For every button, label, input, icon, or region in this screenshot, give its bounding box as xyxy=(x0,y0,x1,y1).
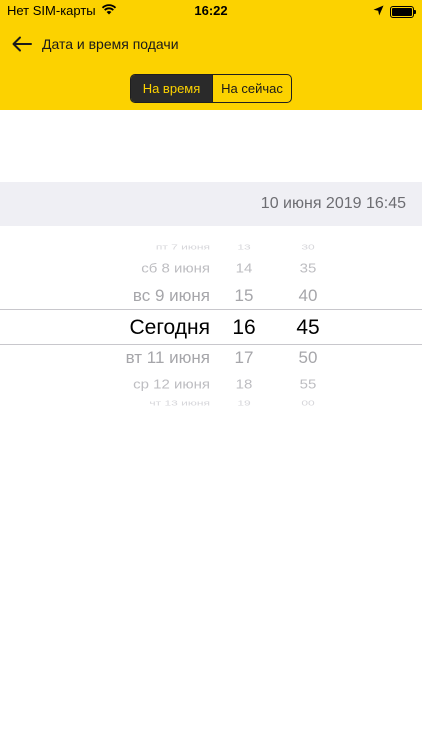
picker-minute-option[interactable]: 50 xyxy=(286,348,330,368)
picker-minute-option[interactable]: 35 xyxy=(286,261,330,276)
picker-day-option[interactable]: вс 9 июня xyxy=(60,286,210,306)
picker-day-selected[interactable]: Сегодня xyxy=(60,316,210,340)
picker-hour-option[interactable]: 13 xyxy=(222,243,266,251)
picker-hour-option[interactable]: 19 xyxy=(222,399,266,407)
picker-minute-column[interactable]: 30 35 40 45 50 55 00 xyxy=(286,236,330,412)
picker-day-option[interactable]: пт 7 июня xyxy=(60,243,210,251)
nav-bar: Дата и время подачи xyxy=(0,28,422,60)
picker-hour-option[interactable]: 15 xyxy=(222,286,266,306)
arrow-left-icon xyxy=(12,36,32,52)
status-bar: Нет SIM-карты 16:22 xyxy=(0,0,422,22)
selected-datetime-value: 10 июня 2019 16:45 xyxy=(260,195,406,212)
picker-hour-selected[interactable]: 16 xyxy=(222,316,266,340)
mode-segmented-control: На время На сейчас xyxy=(130,74,292,103)
picker-hour-option[interactable]: 17 xyxy=(222,348,266,368)
picker-hour-option[interactable]: 14 xyxy=(222,261,266,276)
picker-day-column[interactable]: пт 7 июня сб 8 июня вс 9 июня Сегодня вт… xyxy=(60,236,210,412)
datetime-picker[interactable]: пт 7 июня сб 8 июня вс 9 июня Сегодня вт… xyxy=(0,236,422,412)
battery-icon xyxy=(390,5,416,18)
segment-now[interactable]: На сейчас xyxy=(212,75,291,102)
picker-hour-option[interactable]: 18 xyxy=(222,377,266,392)
picker-day-option[interactable]: чт 13 июня xyxy=(60,399,210,407)
segment-on-time[interactable]: На время xyxy=(131,75,212,102)
picker-minute-option[interactable]: 40 xyxy=(286,286,330,306)
picker-minute-option[interactable]: 00 xyxy=(286,399,330,407)
picker-day-option[interactable]: вт 11 июня xyxy=(60,348,210,368)
picker-hour-column[interactable]: 13 14 15 16 17 18 19 xyxy=(222,236,266,412)
back-button[interactable] xyxy=(10,32,34,56)
location-arrow-icon xyxy=(373,4,384,19)
status-right-group xyxy=(373,4,416,19)
selected-datetime-band: 10 июня 2019 16:45 xyxy=(0,182,422,226)
picker-day-option[interactable]: ср 12 июня xyxy=(60,377,210,392)
picker-day-option[interactable]: сб 8 июня xyxy=(60,261,210,276)
picker-minute-selected[interactable]: 45 xyxy=(286,316,330,340)
picker-minute-option[interactable]: 30 xyxy=(286,243,330,251)
picker-minute-option[interactable]: 55 xyxy=(286,377,330,392)
clock: 16:22 xyxy=(194,3,228,18)
page-title: Дата и время подачи xyxy=(42,36,179,52)
